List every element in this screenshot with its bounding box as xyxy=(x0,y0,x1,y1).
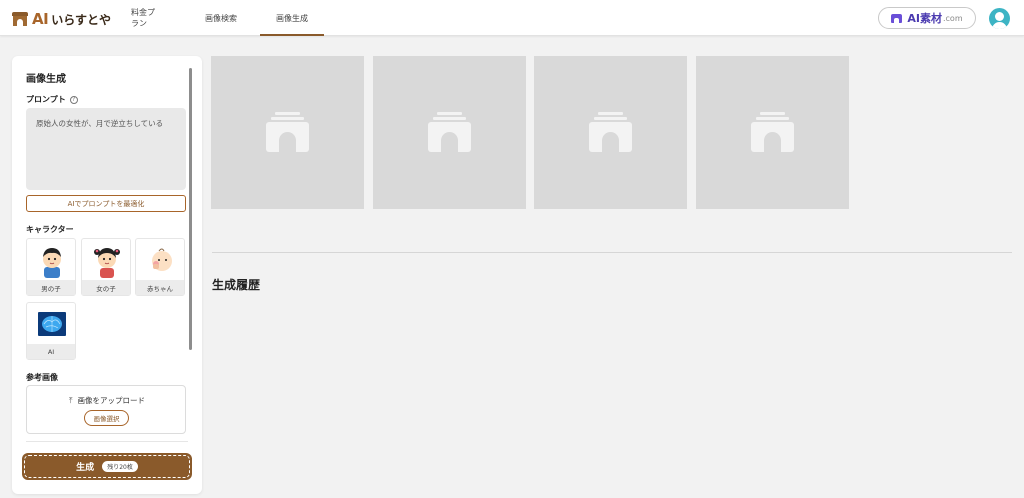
girl-character-icon xyxy=(94,248,120,278)
image-placeholder-1 xyxy=(211,56,364,209)
panel-title: 画像生成 xyxy=(26,74,66,85)
character-card-baby[interactable]: 赤ちゃん xyxy=(135,238,185,296)
image-placeholder-3 xyxy=(534,56,687,209)
image-placeholder-icon xyxy=(751,112,794,152)
ai-material-text: AI素材 xyxy=(907,12,942,25)
character-label: 男の子 xyxy=(27,280,75,295)
nav-image-search[interactable]: 画像検索 xyxy=(182,0,260,36)
nav-image-generation[interactable]: 画像生成 xyxy=(260,0,324,36)
remaining-badge: 残り20枚 xyxy=(102,461,138,472)
image-placeholder-icon xyxy=(428,112,471,152)
boy-character-icon xyxy=(43,248,61,278)
image-placeholder-icon xyxy=(589,112,632,152)
upload-dropzone[interactable]: ⤒ 画像をアップロード 画像選択 xyxy=(26,385,186,434)
history-title: 生成履歴 xyxy=(212,278,261,292)
user-avatar-icon[interactable] xyxy=(989,8,1010,29)
characters-label: キャラクター xyxy=(26,225,74,234)
main-nav: 料金プラン 画像検索 画像生成 xyxy=(118,0,324,36)
panel-scrollbar[interactable] xyxy=(189,68,192,350)
upload-icon: ⤒ xyxy=(68,395,73,405)
character-label: 女の子 xyxy=(82,280,130,295)
image-placeholder-icon xyxy=(266,112,309,152)
logo-ai: AI xyxy=(32,10,49,28)
upload-row: ⤒ 画像をアップロード xyxy=(27,395,187,406)
ai-brain-icon xyxy=(38,312,66,336)
ai-material-icon xyxy=(891,13,903,23)
image-placeholder-4 xyxy=(696,56,849,209)
generate-button-inner: 生成 残り20枚 xyxy=(24,455,190,478)
baby-character-icon xyxy=(152,248,172,271)
prompt-label-text: プロンプト xyxy=(26,95,66,104)
select-image-button[interactable]: 画像選択 xyxy=(84,410,129,426)
nav-pricing[interactable]: 料金プラン xyxy=(118,0,170,36)
generate-label: 生成 xyxy=(76,463,95,473)
ai-material-link[interactable]: AI素材 .com xyxy=(878,7,976,29)
house-logo-icon xyxy=(12,12,28,26)
content-divider xyxy=(212,252,1012,253)
top-header: AI いらすとや 料金プラン 画像検索 画像生成 AI素材 .com xyxy=(0,0,1024,36)
reference-image-label: 参考画像 xyxy=(26,373,58,382)
logo-text: いらすとや xyxy=(51,12,111,27)
image-placeholder-2 xyxy=(373,56,526,209)
character-card-girl[interactable]: 女の子 xyxy=(81,238,131,296)
character-card-ai[interactable]: AI xyxy=(26,302,76,360)
help-icon[interactable]: ? xyxy=(69,95,78,104)
upload-text: 画像をアップロード xyxy=(77,396,146,405)
prompt-textarea[interactable]: 原始人の女性が、月で逆立ちしている xyxy=(26,108,186,190)
optimize-prompt-button[interactable]: AIでプロンプトを最適化 xyxy=(26,195,186,212)
generate-button[interactable]: 生成 残り20枚 xyxy=(22,453,192,480)
ai-material-suffix: .com xyxy=(942,13,963,23)
character-card-boy[interactable]: 男の子 xyxy=(26,238,76,296)
prompt-label: プロンプト ? xyxy=(26,94,78,105)
logo[interactable]: AI いらすとや xyxy=(12,9,111,29)
generation-panel: 画像生成 プロンプト ? 原始人の女性が、月で逆立ちしている AIでプロンプトを… xyxy=(12,56,202,494)
character-label: 赤ちゃん xyxy=(136,280,184,295)
panel-divider xyxy=(26,441,188,442)
character-label: AI xyxy=(27,344,75,359)
